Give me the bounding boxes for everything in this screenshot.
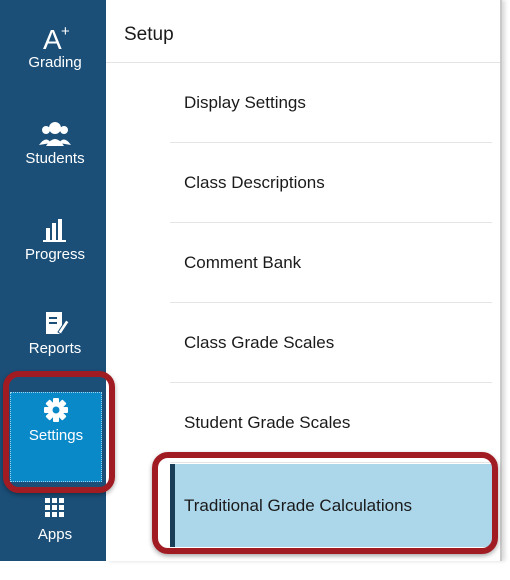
menu-item-display-settings[interactable]: Display Settings [170,63,492,143]
nav-item-progress[interactable]: Progress [10,212,100,300]
svg-text:A: A [43,24,62,54]
report-icon [10,306,100,340]
menu-item-label: Display Settings [184,92,306,112]
menu-item-label: Comment Bank [184,252,302,272]
nav-label-students: Students [25,150,85,167]
students-icon [10,116,100,150]
nav-item-apps[interactable]: Apps [10,492,100,580]
menu-item-student-grade-scales[interactable]: Student Grade Scales [170,383,492,463]
svg-text:+: + [61,23,70,40]
grid-icon [10,492,100,526]
a-plus-icon: A + [10,20,100,55]
bar-chart-icon [10,212,100,246]
nav-item-grading[interactable]: A + Grading [10,20,100,108]
settings-highlight-ring [3,371,115,493]
nav-item-students[interactable]: Students [10,116,100,204]
menu-item-class-descriptions[interactable]: Class Descriptions [170,143,492,223]
menu-item-label: Student Grade Scales [184,412,351,432]
menu-item-label: Class Grade Scales [184,332,335,352]
nav-label-progress: Progress [24,246,86,263]
nav-label-apps: Apps [37,526,73,543]
nav-label-reports: Reports [28,340,82,357]
nav-label-grading: Grading [28,54,82,71]
menu-item-comment-bank[interactable]: Comment Bank [170,223,492,303]
menu-item-label: Class Descriptions [184,172,325,192]
panel-title: Setup [124,24,174,45]
selected-item-highlight-ring [152,452,498,554]
menu-item-class-grade-scales[interactable]: Class Grade Scales [170,303,492,383]
